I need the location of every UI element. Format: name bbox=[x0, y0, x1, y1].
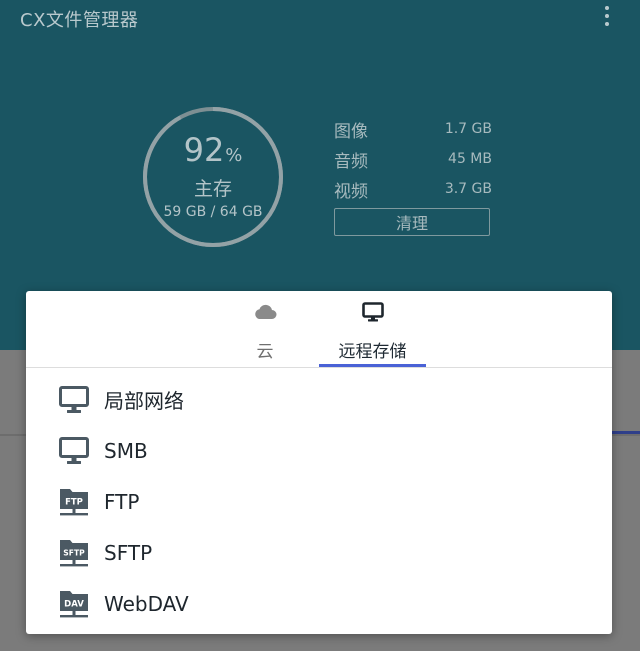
tab-label: 远程存储 bbox=[338, 342, 407, 362]
monitor-icon bbox=[59, 436, 89, 466]
storage-label: 主存 bbox=[193, 178, 232, 200]
storage-size: 59 GB / 64 GB bbox=[163, 204, 263, 220]
tab-remote-storage[interactable]: 远程存储 bbox=[319, 291, 426, 367]
storage-percent-value: 92 bbox=[183, 131, 225, 169]
screen: CX文件管理器 92% 主存 59 GB / 64 GB 图像 1.7 GB 音… bbox=[0, 0, 640, 651]
stat-row-images[interactable]: 图像 1.7 GB bbox=[334, 114, 492, 144]
tab-cloud[interactable]: 云 bbox=[244, 291, 286, 367]
list-item-label: SFTP bbox=[104, 540, 153, 565]
tab-selected-indicator bbox=[319, 364, 426, 367]
stat-value: 3.7 GB bbox=[444, 181, 492, 197]
more-options-icon[interactable] bbox=[600, 6, 614, 26]
storage-percent-sign: % bbox=[225, 145, 243, 166]
remote-storage-list: 局部网络 SMB FTP FTP SFTP SFTP DAV WebDAV bbox=[26, 374, 612, 629]
stat-value: 45 MB bbox=[448, 151, 492, 167]
list-item-label: SMB bbox=[104, 438, 148, 463]
monitor-icon bbox=[59, 385, 89, 415]
ftp-server-icon: FTP bbox=[59, 487, 89, 517]
storage-percent: 92% bbox=[184, 132, 243, 174]
storage-stats: 图像 1.7 GB 音频 45 MB 视频 3.7 GB bbox=[334, 114, 492, 204]
list-item-label: 局部网络 bbox=[104, 389, 184, 413]
list-item-label: WebDAV bbox=[104, 591, 189, 616]
monitor-icon bbox=[361, 301, 384, 323]
webdav-server-icon: DAV bbox=[59, 589, 89, 619]
dav-badge: DAV bbox=[64, 599, 84, 609]
storage-summary: 92% 主存 59 GB / 64 GB bbox=[142, 106, 284, 248]
list-item-webdav[interactable]: DAV WebDAV bbox=[26, 578, 612, 629]
list-item-smb[interactable]: SMB bbox=[26, 425, 612, 476]
add-storage-dialog: 云 远程存储 局部网络 SMB FTP FTP SFTP SFTP DAV We… bbox=[26, 291, 612, 634]
dialog-tabs: 云 远程存储 bbox=[26, 291, 612, 368]
app-title: CX文件管理器 bbox=[20, 10, 139, 31]
stat-name: 图像 bbox=[334, 121, 368, 142]
stat-name: 音频 bbox=[334, 151, 368, 172]
stat-value: 1.7 GB bbox=[444, 121, 492, 137]
sftp-badge: SFTP bbox=[63, 548, 85, 557]
stat-row-audio[interactable]: 音频 45 MB bbox=[334, 144, 492, 174]
list-item-label: FTP bbox=[104, 489, 140, 514]
background-tab-indicator bbox=[612, 431, 640, 434]
clean-button[interactable]: 清理 bbox=[334, 208, 490, 236]
list-item-lan[interactable]: 局部网络 bbox=[26, 374, 612, 425]
ftp-badge: FTP bbox=[65, 497, 83, 507]
stat-name: 视频 bbox=[334, 181, 368, 202]
cloud-icon bbox=[253, 301, 277, 323]
stat-row-video[interactable]: 视频 3.7 GB bbox=[334, 174, 492, 204]
list-item-sftp[interactable]: SFTP SFTP bbox=[26, 527, 612, 578]
tab-label: 云 bbox=[256, 342, 274, 362]
list-item-ftp[interactable]: FTP FTP bbox=[26, 476, 612, 527]
sftp-server-icon: SFTP bbox=[59, 538, 89, 568]
